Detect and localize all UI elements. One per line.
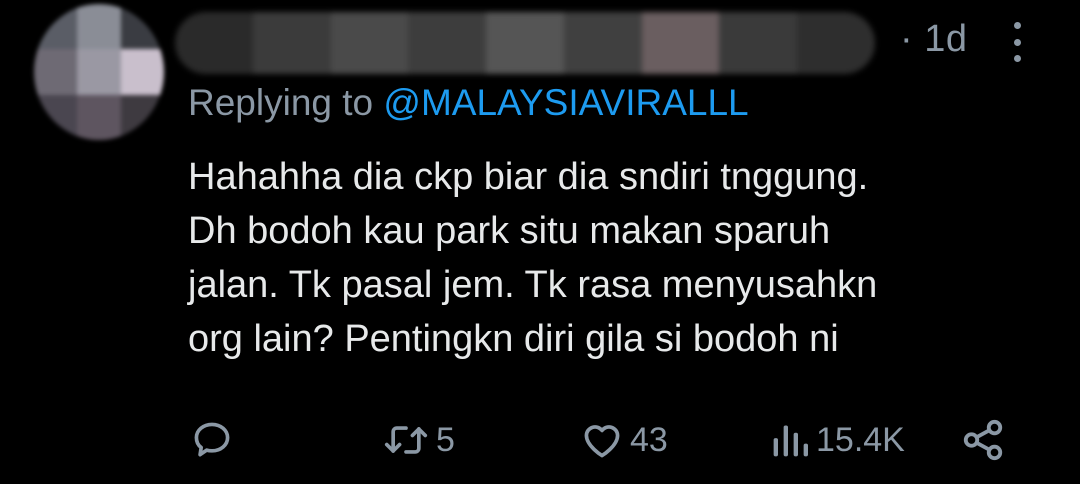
views-count: 15.4K [816, 420, 905, 459]
tweet-actions-bar: 5 43 15.4K [0, 410, 1080, 470]
dot [1013, 55, 1021, 62]
reply-icon [190, 418, 234, 462]
dot [1013, 38, 1021, 46]
share-icon [960, 417, 1006, 463]
retweet-icon [382, 418, 430, 462]
reply-button[interactable] [190, 410, 234, 470]
views-icon [770, 418, 810, 462]
retweet-button[interactable]: 5 [382, 410, 455, 470]
replying-to-label: Replying to [188, 82, 374, 123]
avatar[interactable] [34, 4, 164, 140]
heart-icon [580, 418, 624, 462]
tweet-text-line: org lain? Pentingkn diri gila si bodoh n… [188, 318, 839, 360]
replying-to: Replying to @MALAYSIAVIRALLL [188, 82, 749, 124]
tweet-timestamp[interactable]: · 1d [900, 18, 967, 61]
like-count: 43 [630, 420, 668, 459]
share-button[interactable] [960, 410, 1006, 470]
like-button[interactable]: 43 [580, 410, 668, 470]
tweet-text-line: Hahahha dia ckp biar dia sndiri tnggung. [188, 156, 869, 198]
retweet-count: 5 [436, 420, 455, 459]
tweet-text-line: jalan. Tk pasal jem. Tk rasa menyusahkn [188, 264, 878, 306]
views-button[interactable]: 15.4K [770, 410, 905, 470]
more-options-icon[interactable] [1012, 22, 1022, 62]
dot [1013, 22, 1021, 29]
tweet-text-line: Dh bodoh kau park situ makan sparuh [188, 210, 831, 252]
obscured-user-name[interactable] [175, 12, 875, 74]
tweet-text: Hahahha dia ckp biar dia sndiri tnggung.… [188, 150, 1048, 366]
reply-handle-link[interactable]: @MALAYSIAVIRALLL [383, 82, 748, 123]
